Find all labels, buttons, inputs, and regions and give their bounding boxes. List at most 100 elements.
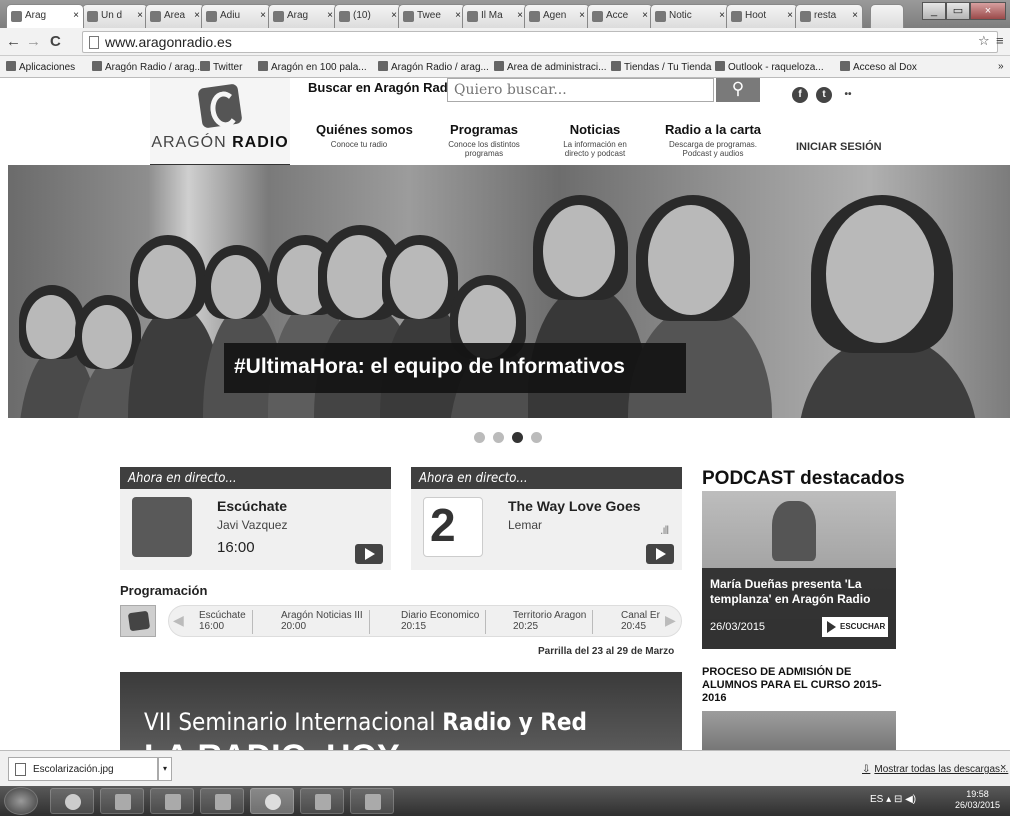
close-tab-icon[interactable]: × — [455, 10, 461, 21]
bookmark-item[interactable]: Aragón Radio / arag... — [92, 61, 203, 73]
minimize-button[interactable]: _ — [922, 2, 946, 20]
seminar-banner[interactable]: VII Seminario Internacional Radio y Red … — [120, 672, 682, 750]
close-tab-icon[interactable]: × — [579, 10, 585, 21]
browser-tab[interactable]: Arag × — [6, 4, 84, 28]
close-tab-icon[interactable]: × — [642, 10, 648, 21]
nav-radio-a-la-carta[interactable]: Radio a la carta Descarga de programas. P… — [660, 122, 766, 158]
search-input[interactable] — [447, 78, 714, 102]
download-item[interactable]: Escolarización.jpg — [8, 757, 158, 781]
browser-tab[interactable]: (10) × — [334, 4, 402, 28]
bookmark-item[interactable]: Area de administraci... — [494, 61, 607, 73]
close-download-bar-button[interactable]: × — [1000, 762, 1006, 774]
close-tab-icon[interactable]: × — [73, 10, 79, 21]
site-logo[interactable]: ARAGÓN RADIO — [150, 78, 290, 166]
close-tab-icon[interactable]: × — [260, 10, 266, 21]
close-tab-icon[interactable]: × — [137, 10, 143, 21]
nav-subtitle: La información en directo y podcast — [563, 140, 627, 158]
browser-tab[interactable]: Adiu × — [201, 4, 271, 28]
schedule-slot[interactable]: Escúchate 16:00 — [199, 610, 253, 634]
url-field[interactable]: www.aragonradio.es — [82, 31, 998, 53]
star-icon[interactable]: ☆ — [978, 33, 990, 49]
more-bookmarks-icon[interactable]: » — [998, 61, 1004, 72]
news-heading[interactable]: PROCESO DE ADMISIÓN DE ALUMNOS PARA EL C… — [702, 666, 898, 705]
slider-dot[interactable] — [493, 432, 504, 443]
listen-button[interactable]: ESCUCHAR — [822, 617, 888, 637]
ie-taskbar-icon[interactable] — [50, 788, 94, 814]
game-taskbar-icon[interactable] — [300, 788, 344, 814]
schedule-slot[interactable]: Aragón Noticias III 20:00 — [281, 610, 370, 634]
close-tab-icon[interactable]: × — [391, 10, 397, 21]
bookmark-item[interactable]: Aragón Radio / arag... — [378, 61, 489, 73]
browser-tab[interactable]: Il Ma × — [462, 4, 528, 28]
download-options-button[interactable]: ▾ — [158, 757, 172, 781]
schedule-slot[interactable]: Diario Economico 20:15 — [401, 610, 487, 634]
clock[interactable]: 19:58 26/03/2015 — [955, 789, 1000, 811]
reload-icon[interactable]: C — [50, 33, 61, 50]
page-icon — [89, 36, 99, 49]
browser-tab[interactable]: Un d × — [82, 4, 148, 28]
more-icon[interactable]: •• — [840, 87, 856, 103]
twitter-icon[interactable]: t — [816, 87, 832, 103]
podcast-card[interactable]: María Dueñas presenta 'La templanza' en … — [702, 491, 896, 649]
tab-label: Un d — [101, 10, 123, 21]
browser-tab[interactable]: Notic × — [650, 4, 730, 28]
player-taskbar-icon[interactable] — [200, 788, 244, 814]
schedule-slot[interactable]: Canal Er 20:45 — [621, 610, 666, 634]
facebook-icon[interactable]: f — [792, 87, 808, 103]
system-tray[interactable]: ES ▴ ⊟ ◀) — [870, 794, 916, 805]
login-link[interactable]: INICIAR SESIÓN — [796, 141, 882, 153]
close-tab-icon[interactable]: × — [194, 10, 200, 21]
nav-noticias[interactable]: Noticias La información en directo y podc… — [553, 122, 637, 158]
person-face — [138, 245, 196, 319]
close-tab-icon[interactable]: × — [787, 10, 793, 21]
new-tab-button[interactable] — [870, 4, 904, 28]
close-tab-icon[interactable]: × — [852, 10, 858, 21]
chrome-taskbar-icon[interactable] — [250, 788, 294, 814]
apps-icon — [6, 61, 16, 71]
schedule-slot[interactable]: Territorio Aragon 20:25 — [513, 610, 594, 634]
bookmark-item[interactable]: Outlook - raqueloza... — [715, 61, 824, 73]
word-taskbar-icon[interactable] — [350, 788, 394, 814]
browser-tab[interactable]: resta × — [795, 4, 863, 28]
nav-programas[interactable]: Programas Conoce los distintos programas — [440, 122, 528, 158]
close-window-button[interactable]: × — [970, 2, 1006, 20]
browser-tab[interactable]: Twee × — [398, 4, 466, 28]
media-taskbar-icon[interactable] — [100, 788, 144, 814]
chevron-left-icon[interactable]: ◀ — [173, 612, 187, 632]
bookmark-item[interactable]: Acceso al Dox — [840, 61, 917, 73]
slider-dot[interactable] — [474, 432, 485, 443]
hero-caption[interactable]: #UltimaHora: el equipo de Informativos — [224, 343, 686, 393]
schedule-link[interactable]: Parrilla del 23 al 29 de Marzo — [538, 646, 674, 657]
tab-favicon-icon — [403, 11, 414, 22]
nav-quienes-somos[interactable]: Quiénes somos Conoce tu radio — [316, 122, 413, 149]
close-tab-icon[interactable]: × — [327, 10, 333, 21]
close-tab-icon[interactable]: × — [719, 10, 725, 21]
bookmark-label: Area de administraci... — [507, 62, 607, 73]
tab-favicon-icon — [339, 11, 350, 22]
show-all-downloads-link[interactable]: ⇩ Mostrar todas las descargas... — [862, 764, 1008, 775]
browser-tab[interactable]: Area × — [145, 4, 205, 28]
browser-tab[interactable]: Acce × — [587, 4, 653, 28]
menu-icon[interactable]: ≡ — [996, 33, 1004, 48]
bookmark-item[interactable]: Tiendas / Tu Tienda — [611, 61, 711, 73]
start-button[interactable] — [4, 787, 38, 815]
explorer-taskbar-icon[interactable] — [150, 788, 194, 814]
forward-icon[interactable]: → — [26, 33, 41, 50]
back-icon[interactable]: ← — [6, 33, 21, 50]
bookmark-item[interactable]: Aragón en 100 pala... — [258, 61, 367, 73]
browser-tab[interactable]: Arag × — [268, 4, 338, 28]
maximize-button[interactable]: ▭ — [946, 2, 970, 20]
live-card-radio2: Ahora en directo... 2 The Way Love Goes … — [411, 467, 682, 570]
play-button[interactable] — [355, 544, 383, 564]
browser-tab[interactable]: Agen × — [524, 4, 590, 28]
bookmark-item[interactable]: Aplicaciones — [6, 61, 75, 73]
browser-tab[interactable]: Hoot × — [726, 4, 798, 28]
slider-dot[interactable] — [531, 432, 542, 443]
close-tab-icon[interactable]: × — [517, 10, 523, 21]
search-button[interactable]: ⚲ — [716, 78, 760, 102]
chevron-right-icon[interactable]: ▶ — [665, 612, 679, 632]
news-image[interactable] — [702, 711, 896, 750]
bookmark-item[interactable]: Twitter — [200, 61, 242, 73]
slider-dot-active[interactable] — [512, 432, 523, 443]
play-button[interactable] — [646, 544, 674, 564]
